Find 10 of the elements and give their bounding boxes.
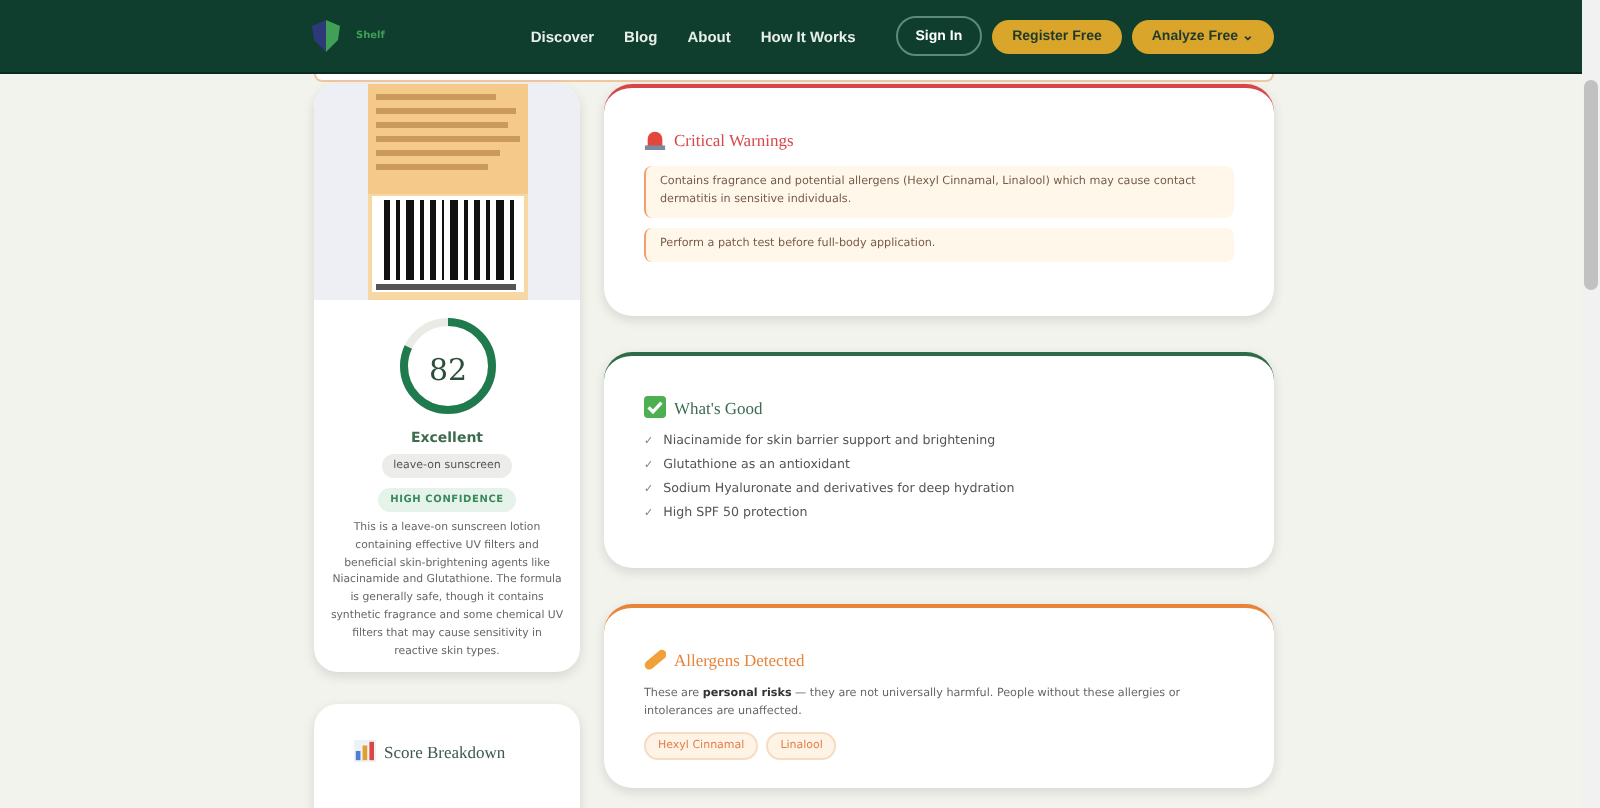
checkmark-icon <box>644 396 666 418</box>
section-title: What's Good <box>674 397 763 417</box>
section-title: Critical Warnings <box>674 129 794 149</box>
bar-chart-icon <box>354 740 376 763</box>
shield-logo-icon[interactable] <box>312 20 340 52</box>
bandage-icon <box>644 648 666 670</box>
section-title: Score Breakdown <box>384 741 506 762</box>
section-title: Allergens Detected <box>674 649 805 669</box>
score-value: 82 <box>427 352 467 388</box>
siren-icon <box>644 128 666 150</box>
